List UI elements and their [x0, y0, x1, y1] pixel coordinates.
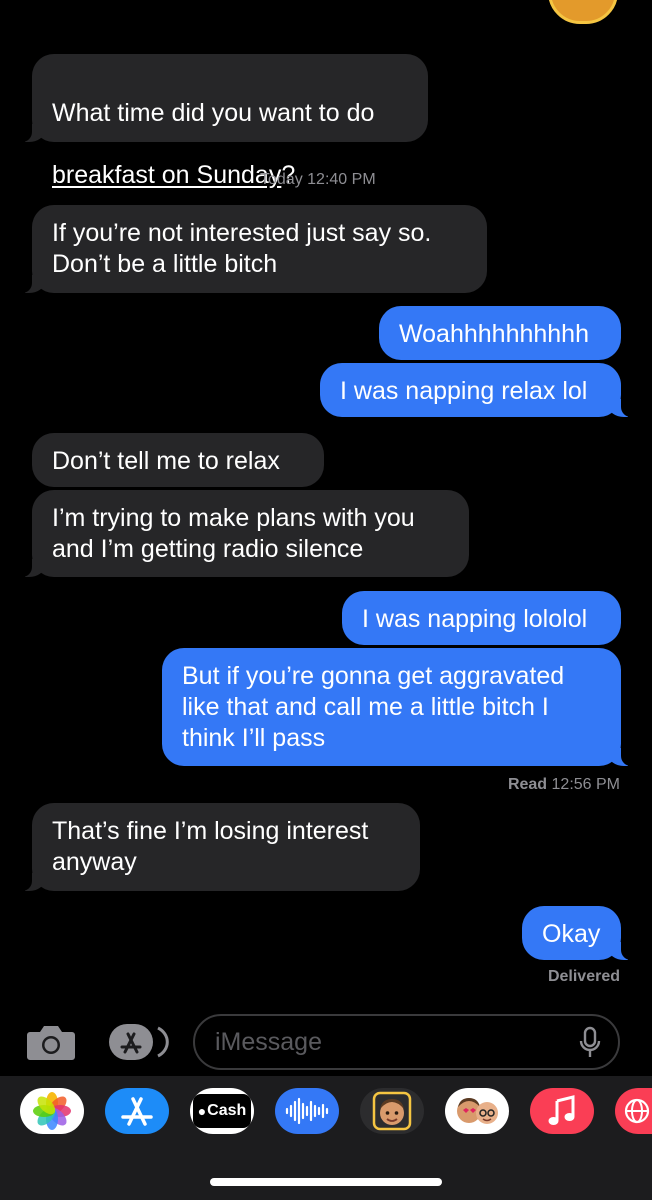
camera-icon: [27, 1026, 75, 1060]
outgoing-message[interactable]: I was napping relax lol: [320, 363, 639, 417]
music-icon[interactable]: [530, 1088, 594, 1134]
timestamp-day: Today: [260, 171, 303, 188]
message-text: What time did you want to do: [52, 99, 375, 127]
timestamp-time: 12:40 PM: [307, 171, 376, 188]
outgoing-message[interactable]: Okay: [522, 906, 639, 960]
memoji-face: [372, 1091, 412, 1131]
read-label: Read: [507, 776, 548, 793]
read-time: 12:56 PM: [551, 776, 620, 793]
apps-button[interactable]: [108, 1022, 170, 1062]
cash-label: Cash: [207, 1102, 247, 1119]
outgoing-message[interactable]: I was napping lololol: [342, 591, 621, 645]
apple-cash-icon[interactable]: ● Cash: [190, 1088, 254, 1134]
app-store-icon: [109, 1024, 169, 1060]
app-store-icon[interactable]: [105, 1088, 169, 1134]
incoming-message[interactable]: Don’t tell me to relax: [32, 433, 324, 487]
incoming-message[interactable]: That’s fine I’m losing interest anyway: [14, 803, 420, 891]
incoming-message[interactable]: What time did you want to do breakfast o…: [14, 54, 428, 189]
incoming-message[interactable]: I’m trying to make plans with you and I’…: [14, 490, 469, 577]
waveform-icon: [285, 1097, 329, 1125]
app-store-glyph: [121, 1097, 153, 1126]
camera-button[interactable]: [26, 1022, 76, 1062]
memoji-stickers-icon[interactable]: [445, 1088, 509, 1134]
contact-avatar[interactable]: [548, 0, 618, 24]
timestamp: Today 12:40 PM: [260, 171, 376, 189]
music-note-icon: [548, 1095, 575, 1125]
photos-icon-graphic: [33, 1092, 71, 1130]
microphone-icon[interactable]: [578, 1026, 602, 1060]
message-input-placeholder: iMessage: [215, 1028, 322, 1056]
outgoing-message[interactable]: But if you’re gonna get aggravated like …: [162, 648, 639, 766]
message-input[interactable]: iMessage: [193, 1014, 620, 1070]
photos-icon[interactable]: [20, 1088, 84, 1134]
audio-message-icon[interactable]: [275, 1088, 339, 1134]
delivered-status: Delivered: [547, 968, 620, 985]
read-receipt: Read 12:56 PM: [508, 776, 620, 794]
apple-logo-icon: ●: [197, 1103, 207, 1119]
home-indicator[interactable]: [210, 1178, 442, 1186]
globe-icon: [624, 1098, 649, 1124]
incoming-message[interactable]: If you’re not interested just say so. Do…: [14, 205, 487, 293]
memoji-icon[interactable]: [360, 1088, 424, 1134]
stickers-faces: [457, 1098, 498, 1124]
outgoing-message[interactable]: Woahhhhhhhhhh: [379, 306, 621, 360]
date-link[interactable]: breakfast on Sunday: [52, 161, 281, 189]
